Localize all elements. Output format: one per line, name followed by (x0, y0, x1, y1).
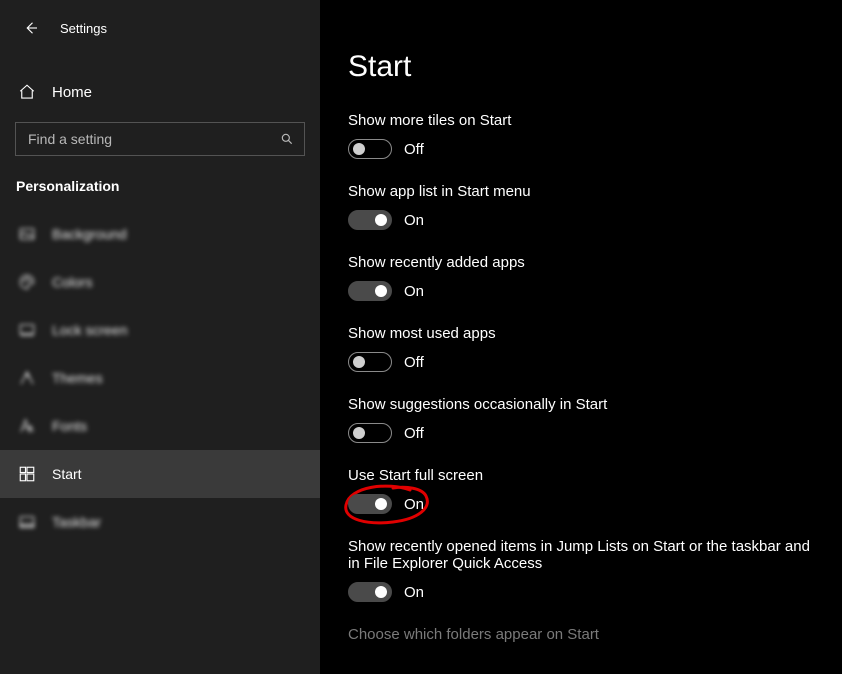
lockscreen-icon (18, 321, 36, 339)
toggle-state-text: Off (404, 141, 424, 158)
sidebar-item-label: Themes (52, 370, 103, 386)
toggle-recently-added[interactable] (348, 281, 392, 301)
choose-folders-link[interactable]: Choose which folders appear on Start (348, 626, 812, 643)
setting-label: Show more tiles on Start (348, 112, 812, 129)
search-icon (280, 132, 294, 146)
toggle-state-text: Off (404, 425, 424, 442)
toggle-full-screen[interactable] (348, 494, 392, 514)
themes-icon (18, 369, 36, 387)
taskbar-icon (18, 513, 36, 531)
sidebar-item-themes[interactable]: Themes (0, 354, 320, 402)
toggle-state-text: On (404, 283, 424, 300)
setting-label: Show recently opened items in Jump Lists… (348, 538, 812, 572)
toggle-show-app-list[interactable] (348, 210, 392, 230)
search-input[interactable] (15, 122, 305, 156)
setting-full-screen: Use Start full screen On (348, 467, 812, 514)
toggle-state-text: On (404, 212, 424, 229)
sidebar-item-label: Start (52, 466, 82, 482)
settings-title: Settings (60, 21, 107, 36)
sidebar-item-fonts[interactable]: Fonts (0, 402, 320, 450)
fonts-icon (18, 417, 36, 435)
header-row: Settings (0, 14, 320, 42)
category-header: Personalization (0, 156, 320, 206)
main-panel: Start Show more tiles on Start Off Show … (320, 0, 842, 674)
page-title: Start (348, 50, 812, 84)
toggle-most-used[interactable] (348, 352, 392, 372)
toggle-suggestions[interactable] (348, 423, 392, 443)
setting-most-used: Show most used apps Off (348, 325, 812, 372)
search-wrap (0, 122, 320, 156)
setting-suggestions: Show suggestions occasionally in Start O… (348, 396, 812, 443)
home-icon (18, 83, 36, 101)
setting-show-more-tiles: Show more tiles on Start Off (348, 112, 812, 159)
sidebar: Settings Home Personalization Background (0, 0, 320, 674)
setting-label: Show app list in Start menu (348, 183, 812, 200)
colors-icon (18, 273, 36, 291)
back-arrow-icon[interactable] (22, 19, 40, 37)
sidebar-item-colors[interactable]: Colors (0, 258, 320, 306)
nav-list: Background Colors Lock screen Themes Fon… (0, 210, 320, 546)
toggle-show-more-tiles[interactable] (348, 139, 392, 159)
sidebar-item-label: Fonts (52, 418, 87, 434)
sidebar-item-label: Taskbar (52, 514, 101, 530)
home-nav[interactable]: Home (0, 72, 320, 112)
setting-label: Show recently added apps (348, 254, 812, 271)
home-label: Home (52, 84, 92, 101)
background-icon (18, 225, 36, 243)
sidebar-item-lockscreen[interactable]: Lock screen (0, 306, 320, 354)
toggle-state-text: Off (404, 354, 424, 371)
toggle-state-text: On (404, 584, 424, 601)
setting-show-app-list: Show app list in Start menu On (348, 183, 812, 230)
sidebar-item-start[interactable]: Start (0, 450, 320, 498)
toggle-jump-lists[interactable] (348, 582, 392, 602)
setting-recently-added: Show recently added apps On (348, 254, 812, 301)
sidebar-item-label: Background (52, 226, 127, 242)
setting-jump-lists: Show recently opened items in Jump Lists… (348, 538, 812, 602)
setting-label: Use Start full screen (348, 467, 812, 484)
sidebar-item-background[interactable]: Background (0, 210, 320, 258)
toggle-state-text: On (404, 496, 424, 513)
start-icon (18, 465, 36, 483)
sidebar-item-label: Lock screen (52, 322, 127, 338)
sidebar-item-label: Colors (52, 274, 92, 290)
setting-label: Show most used apps (348, 325, 812, 342)
setting-label: Show suggestions occasionally in Start (348, 396, 812, 413)
sidebar-item-taskbar[interactable]: Taskbar (0, 498, 320, 546)
